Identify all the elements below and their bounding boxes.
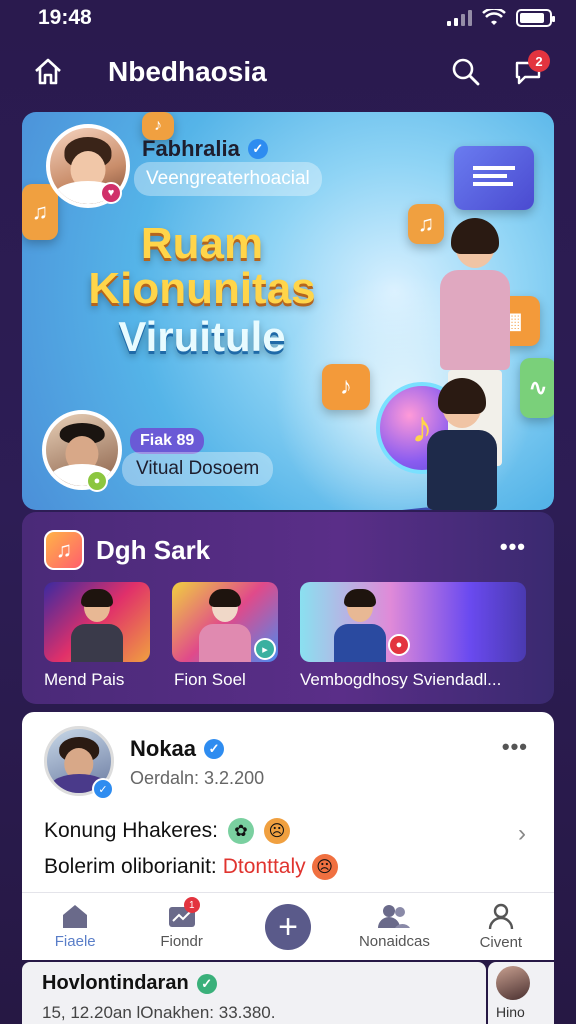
verified-badge-icon: ✓ [92, 778, 114, 800]
hero-profile-handle: Veengreaterhoacial [134, 162, 322, 196]
post-line-1-text: Konung Hhakeres: [44, 819, 218, 842]
music-app-icon: ♫ [44, 530, 84, 570]
verified-icon: ✓ [196, 973, 217, 994]
carousel-item[interactable]: ▸ [172, 582, 278, 662]
home-tab-icon [63, 905, 88, 928]
post-card[interactable]: ✓ Nokaa ✓ Oerdaln: 3.2.200 ••• Konung Hh… [22, 712, 554, 892]
tab-label: Fiondr [160, 933, 203, 950]
post-author-name: Nokaa [130, 736, 197, 761]
bird-emoji-icon: ✿ [227, 818, 254, 844]
search-icon [452, 58, 480, 86]
heart-badge-icon: ♥ [100, 182, 122, 204]
status-bar: 19:48 [0, 0, 576, 36]
sad-emoji-icon: ☹ [311, 854, 338, 880]
section-title: Dgh Sark [96, 534, 211, 565]
tab-label: Fiaele [54, 933, 96, 950]
next-post-card[interactable]: Hovlontindaran ✓ 15, 12.20an lOnakhen: 3… [22, 962, 486, 1024]
post-line-1: Konung Hhakeres: ✿ ☹ [44, 818, 290, 844]
live-badge-icon: ● [388, 634, 410, 656]
app-title: Nbedhaosia [108, 56, 267, 87]
section-more-button[interactable]: ••• [500, 534, 526, 560]
featured-section: ♫ Dgh Sark ••• ▸ ● Mend Pais Fion Soel V… [22, 512, 554, 704]
carousel-item[interactable]: ● [300, 582, 526, 662]
hero-headline-line-3: Viruitule [118, 312, 286, 360]
profile-tab-icon [488, 903, 514, 930]
verified-icon: ✓ [204, 739, 225, 759]
tab-badge: 1 [183, 897, 200, 913]
tab-home[interactable]: Fiaele [22, 893, 128, 960]
hero-headline-line-1: Ruam [140, 219, 264, 268]
carousel-item-label: Fion Soel [174, 670, 246, 689]
chevron-right-icon[interactable]: › [518, 820, 526, 848]
notification-badge: 2 [528, 50, 550, 72]
battery-icon [516, 9, 555, 27]
carousel-item-label: Vembogdhosy Sviendadl... [300, 670, 502, 689]
next-post-title: Hovlontindaran ✓ [42, 972, 466, 995]
section-header: ♫ Dgh Sark [44, 530, 210, 570]
document-tile-icon [454, 146, 534, 210]
next-post-meta: 15, 12.20an lOnakhen: 33.380. [42, 1003, 276, 1022]
hero-banner[interactable]: ♫ ♪ ♫ ▦ ♪ ∿ ♪ ♫ ♥ Fabhralia ✓ Veengreate… [22, 112, 554, 510]
status-time: 19:48 [38, 6, 92, 29]
home-icon [35, 58, 61, 85]
signal-icon [447, 10, 472, 26]
post-line-2-prefix: Bolerim oliborianit: [44, 855, 217, 878]
tab-label: Civent [479, 934, 523, 951]
status-icons [447, 9, 555, 27]
add-icon: + [265, 903, 312, 950]
hero-profile-name-text: Fabhralia [142, 136, 240, 161]
hero-headline-line-2: Kionunitas [88, 263, 316, 313]
side-post-text: Hino [496, 1004, 525, 1020]
post-more-button[interactable]: ••• [502, 734, 528, 760]
people-tab-icon [378, 905, 411, 928]
tab-profile[interactable]: Civent [448, 893, 554, 960]
tab-label: Nonaidcas [358, 933, 430, 950]
tab-community[interactable]: Nonaidcas [341, 893, 447, 960]
post-line-2-highlight: Dtonttaly [222, 855, 306, 878]
next-post-title-text: Hovlontindaran [42, 972, 189, 994]
verified-icon: ✓ [247, 139, 268, 159]
post-meta: Oerdaln: 3.2.200 [130, 768, 265, 788]
side-post-avatar [496, 966, 530, 1000]
play-badge-icon: ▸ [254, 638, 276, 660]
wifi-icon [482, 9, 506, 25]
worried-emoji-icon: ☹ [263, 818, 290, 844]
host-illustration [422, 378, 502, 510]
post-line-2: Bolerim oliborianit: Dtonttaly ☹ [44, 854, 338, 880]
app-bar: Nbedhaosia 2 [0, 44, 576, 100]
search-button[interactable] [446, 52, 486, 92]
home-button[interactable] [28, 52, 68, 92]
post-author: Nokaa ✓ [130, 736, 225, 762]
side-post-card[interactable]: Hino [488, 962, 554, 1024]
messages-button[interactable]: 2 [508, 50, 550, 92]
play-tile-icon: ♪ [322, 364, 370, 410]
tab-feed[interactable]: 1 Fiondr [128, 893, 234, 960]
carousel-item[interactable] [44, 582, 150, 662]
online-badge-icon: ● [86, 470, 108, 492]
bottom-tab-bar: Fiaele 1 Fiondr + Nonaidcas Civent [22, 892, 554, 960]
host-tag: Fiak 89 [130, 428, 205, 454]
hero-profile-name: Fabhralia ✓ [142, 136, 268, 162]
hero-headline: Ruam Kionunitas Viruitule [52, 219, 352, 360]
tab-create[interactable]: + [235, 893, 341, 960]
carousel-item-label: Mend Pais [44, 670, 125, 689]
wave-tile-icon: ∿ [520, 358, 554, 418]
host-subtitle: Vitual Dosoem [122, 452, 274, 486]
host-avatar[interactable] [42, 410, 122, 490]
